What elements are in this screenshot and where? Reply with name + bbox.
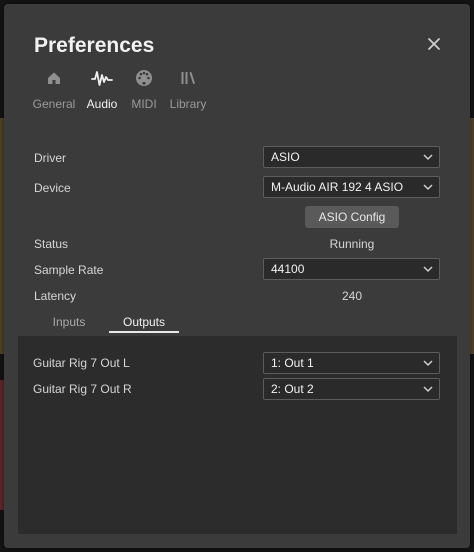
chevron-down-icon [423, 386, 433, 393]
driver-select[interactable]: ASIO [263, 146, 440, 168]
close-icon [428, 38, 440, 50]
sample-rate-value: 44100 [271, 262, 305, 276]
close-button[interactable] [426, 36, 442, 52]
output-name-2: Guitar Rig 7 Out R [33, 382, 132, 396]
output-value-2: 2: Out 2 [271, 382, 314, 396]
tab-audio-label: Audio [86, 97, 118, 111]
output-value-1: 1: Out 1 [271, 356, 314, 370]
status-value: Running [329, 237, 375, 251]
tab-audio[interactable]: Audio [86, 68, 118, 111]
outputs-panel: Guitar Rig 7 Out L 1: Out 1 Guitar Rig 7… [18, 336, 457, 534]
device-label: Device [34, 181, 71, 195]
driver-label: Driver [34, 151, 66, 165]
tab-inputs[interactable]: Inputs [49, 315, 89, 329]
output-select-2[interactable]: 2: Out 2 [263, 378, 440, 400]
tab-general-label: General [32, 97, 76, 111]
latency-label: Latency [34, 289, 77, 303]
driver-value: ASIO [271, 150, 300, 164]
waveform-icon [91, 68, 113, 88]
chevron-down-icon [423, 360, 433, 367]
midi-icon [135, 68, 153, 88]
chevron-down-icon [423, 154, 433, 161]
tab-general[interactable]: General [32, 68, 76, 111]
sample-rate-select[interactable]: 44100 [263, 258, 440, 280]
active-tab-indicator [109, 331, 179, 333]
library-icon [180, 68, 196, 88]
tab-outputs[interactable]: Outputs [109, 315, 179, 329]
chevron-down-icon [423, 266, 433, 273]
dialog-title: Preferences [34, 34, 155, 57]
latency-value: 240 [341, 289, 363, 303]
output-select-1[interactable]: 1: Out 1 [263, 352, 440, 374]
asio-config-button[interactable]: ASIO Config [305, 206, 399, 228]
tab-library[interactable]: Library [170, 68, 206, 111]
device-value: M-Audio AIR 192 4 ASIO [271, 180, 404, 194]
sample-rate-label: Sample Rate [34, 263, 104, 277]
preferences-dialog: Preferences General Audio MIDI Library D… [4, 4, 470, 548]
tab-midi-label: MIDI [131, 97, 157, 111]
device-select[interactable]: M-Audio AIR 192 4 ASIO [263, 176, 440, 198]
home-icon [46, 68, 62, 88]
preferences-tabs: General Audio MIDI Library [32, 68, 218, 111]
chevron-down-icon [423, 184, 433, 191]
output-name-1: Guitar Rig 7 Out L [33, 356, 130, 370]
status-label: Status [34, 237, 69, 251]
tab-midi[interactable]: MIDI [130, 68, 158, 111]
tab-library-label: Library [169, 97, 207, 111]
